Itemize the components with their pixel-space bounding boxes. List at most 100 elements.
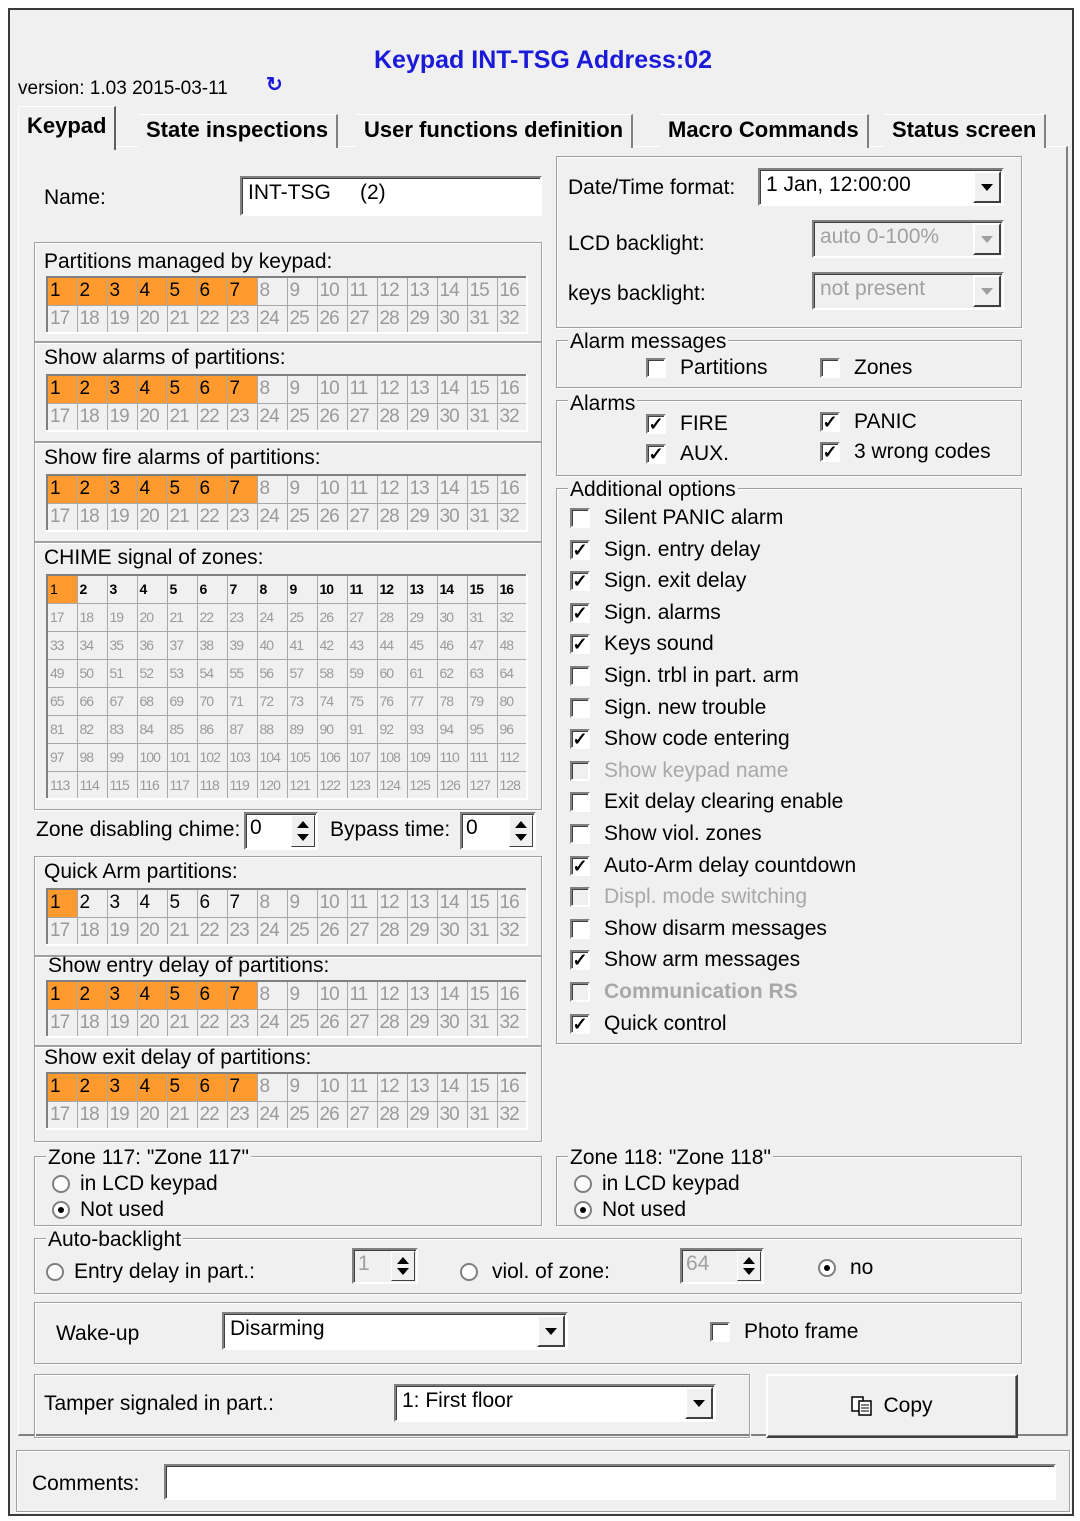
zone-cell-4[interactable]: 4	[136, 574, 168, 604]
tamper-select[interactable]: 1: First floor	[394, 1384, 716, 1422]
partition-cell-24[interactable]: 24	[256, 304, 288, 334]
partition-cell-20[interactable]: 20	[136, 502, 168, 532]
partition-cell-10[interactable]: 10	[316, 1072, 348, 1102]
option-checkbox[interactable]: ✓ Keys sound	[570, 632, 714, 656]
zone-cell-56[interactable]: 56	[256, 658, 288, 688]
partition-cell-16[interactable]: 16	[496, 374, 528, 404]
partition-cell-22[interactable]: 22	[196, 916, 228, 946]
partition-cell-11[interactable]: 11	[346, 474, 378, 504]
partition-cell-30[interactable]: 30	[436, 1100, 468, 1130]
partition-cell-18[interactable]: 18	[76, 304, 108, 334]
zone-cell-36[interactable]: 36	[136, 630, 168, 660]
comments-input[interactable]	[164, 1464, 1056, 1500]
partition-cell-11[interactable]: 11	[346, 888, 378, 918]
chevron-down-icon[interactable]	[537, 1315, 565, 1347]
option-checkbox[interactable]: ✓ Sign. exit delay	[570, 569, 746, 593]
zone-cell-123[interactable]: 123	[346, 770, 378, 800]
alarm-aux-checkbox[interactable]: ✓ AUX.	[646, 442, 729, 466]
zone-cell-42[interactable]: 42	[316, 630, 348, 660]
checkmark-icon[interactable]: ✓	[820, 442, 840, 462]
zone-cell-112[interactable]: 112	[496, 742, 528, 772]
partition-cell-28[interactable]: 28	[376, 304, 408, 334]
zone-cell-83[interactable]: 83	[106, 714, 138, 744]
bypass-time-spin-buttons[interactable]	[509, 815, 533, 847]
partition-cell-32[interactable]: 32	[496, 402, 528, 432]
radio-dot[interactable]	[818, 1259, 836, 1277]
partition-cell-31[interactable]: 31	[466, 502, 498, 532]
partition-cell-18[interactable]: 18	[76, 1100, 108, 1130]
partition-cell-8[interactable]: 8	[256, 888, 288, 918]
checkmark-icon[interactable]: ✓	[820, 412, 840, 432]
partition-cell-12[interactable]: 12	[376, 980, 408, 1010]
zone-cell-116[interactable]: 116	[136, 770, 168, 800]
tab-keypad[interactable]: Keypad	[18, 106, 117, 150]
zone-cell-81[interactable]: 81	[46, 714, 78, 744]
zone-cell-5[interactable]: 5	[166, 574, 198, 604]
option-checkbox[interactable]: ✓ Show arm messages	[570, 948, 800, 972]
zone-cell-41[interactable]: 41	[286, 630, 318, 660]
zone-cell-68[interactable]: 68	[136, 686, 168, 716]
zone-cell-8[interactable]: 8	[256, 574, 288, 604]
partition-cell-16[interactable]: 16	[496, 276, 528, 306]
copy-button[interactable]: Copy	[766, 1374, 1018, 1438]
option-checkbox[interactable]: Communication RS	[570, 980, 798, 1004]
partition-cell-19[interactable]: 19	[106, 1100, 138, 1130]
entry-delay-part-spinner[interactable]: 1	[352, 1248, 418, 1284]
option-checkbox[interactable]: ✓ Sign. alarms	[570, 601, 721, 625]
radio-dot[interactable]	[460, 1263, 478, 1281]
partition-cell-6[interactable]: 6	[196, 888, 228, 918]
zone-cell-92[interactable]: 92	[376, 714, 408, 744]
partition-cell-21[interactable]: 21	[166, 304, 198, 334]
partition-cell-4[interactable]: 4	[136, 1072, 168, 1102]
checkbox-box[interactable]	[570, 666, 590, 686]
partition-cell-16[interactable]: 16	[496, 474, 528, 504]
partition-cell-19[interactable]: 19	[106, 304, 138, 334]
zone-cell-1[interactable]: 1	[46, 574, 78, 604]
zone-cell-7[interactable]: 7	[226, 574, 258, 604]
partition-cell-10[interactable]: 10	[316, 276, 348, 306]
checkbox-box[interactable]	[570, 824, 590, 844]
zone-cell-13[interactable]: 13	[406, 574, 438, 604]
partition-cell-15[interactable]: 15	[466, 374, 498, 404]
zone-cell-21[interactable]: 21	[166, 602, 198, 632]
zone-cell-99[interactable]: 99	[106, 742, 138, 772]
partition-cell-31[interactable]: 31	[466, 916, 498, 946]
option-checkbox[interactable]: Show disarm messages	[570, 917, 827, 941]
zone-cell-128[interactable]: 128	[496, 770, 528, 800]
partition-cell-9[interactable]: 9	[286, 1072, 318, 1102]
partition-cell-6[interactable]: 6	[196, 474, 228, 504]
partition-cell-30[interactable]: 30	[436, 402, 468, 432]
partition-cell-13[interactable]: 13	[406, 276, 438, 306]
zone-cell-77[interactable]: 77	[406, 686, 438, 716]
zone-cell-69[interactable]: 69	[166, 686, 198, 716]
partition-cell-3[interactable]: 3	[106, 980, 138, 1010]
zone-cell-25[interactable]: 25	[286, 602, 318, 632]
partition-cell-2[interactable]: 2	[76, 474, 108, 504]
partition-cell-14[interactable]: 14	[436, 276, 468, 306]
partition-cell-24[interactable]: 24	[256, 1008, 288, 1038]
partition-cell-17[interactable]: 17	[46, 1100, 78, 1130]
partition-cell-1[interactable]: 1	[46, 276, 78, 306]
partition-cell-9[interactable]: 9	[286, 374, 318, 404]
partition-cell-5[interactable]: 5	[166, 374, 198, 404]
zone-cell-122[interactable]: 122	[316, 770, 348, 800]
zone-cell-125[interactable]: 125	[406, 770, 438, 800]
partition-cell-7[interactable]: 7	[226, 276, 258, 306]
partition-cell-15[interactable]: 15	[466, 980, 498, 1010]
zone-cell-82[interactable]: 82	[76, 714, 108, 744]
zone117-lcd-radio[interactable]: in LCD keypad	[52, 1172, 218, 1196]
partition-cell-4[interactable]: 4	[136, 276, 168, 306]
partition-cell-15[interactable]: 15	[466, 276, 498, 306]
alarm-fire-checkbox[interactable]: ✓ FIRE	[646, 412, 728, 436]
partition-cell-14[interactable]: 14	[436, 1072, 468, 1102]
partition-cell-26[interactable]: 26	[316, 1008, 348, 1038]
zone-cell-47[interactable]: 47	[466, 630, 498, 660]
partition-cell-11[interactable]: 11	[346, 1072, 378, 1102]
partition-cell-8[interactable]: 8	[256, 1072, 288, 1102]
partition-cell-8[interactable]: 8	[256, 474, 288, 504]
zone-cell-61[interactable]: 61	[406, 658, 438, 688]
zone-cell-93[interactable]: 93	[406, 714, 438, 744]
zone-cell-72[interactable]: 72	[256, 686, 288, 716]
partition-cell-1[interactable]: 1	[46, 474, 78, 504]
radio-dot[interactable]	[574, 1175, 592, 1193]
